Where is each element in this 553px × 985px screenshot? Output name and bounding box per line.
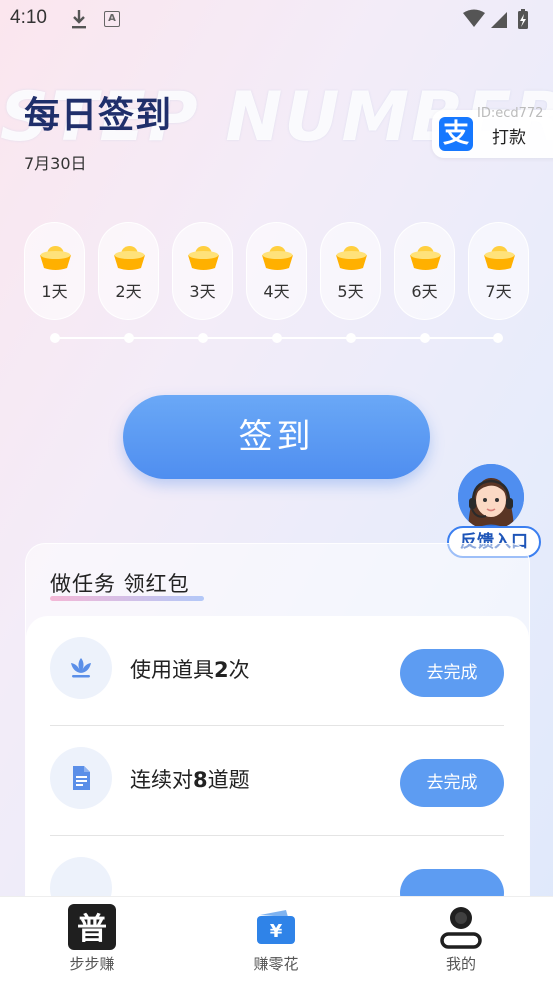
- tab-label: 步步赚: [69, 955, 115, 973]
- status-bar: 4:10 A: [0, 0, 553, 38]
- task-text: 使用道具2次: [130, 658, 250, 682]
- task-panel: 做任务 领红包 使用道具2次 去完成 连续对8道题 去完成: [25, 543, 530, 945]
- tab-label: 赚零花: [253, 955, 299, 973]
- day-label: 3天: [189, 282, 216, 301]
- agent-avatar-icon: [458, 464, 524, 530]
- progress-dot: [124, 333, 134, 343]
- lotus-icon: [50, 637, 112, 699]
- gold-ingot-icon: [410, 246, 441, 270]
- day-item-4: 4天: [246, 222, 307, 320]
- day-item-7: 7天: [468, 222, 529, 320]
- day-label: 1天: [41, 282, 68, 301]
- tab-mine[interactable]: 我的: [401, 897, 521, 985]
- progress-dot: [346, 333, 356, 343]
- download-icon: [72, 10, 86, 29]
- accessibility-icon: A: [104, 11, 120, 27]
- day-label: 5天: [337, 282, 364, 301]
- day-label: 4天: [263, 282, 290, 301]
- day-label: 6天: [411, 282, 438, 301]
- day-item-5: 5天: [320, 222, 381, 320]
- gold-ingot-icon: [40, 246, 71, 270]
- gold-ingot-icon: [484, 246, 515, 270]
- heading-underline: [50, 596, 204, 601]
- task-text: 连续对8道题: [130, 768, 250, 792]
- profile-icon: [440, 907, 482, 949]
- day-item-1: 1天: [24, 222, 85, 320]
- gold-ingot-icon: [114, 246, 145, 270]
- alipay-icon: 支: [439, 117, 473, 151]
- tab-pocket-money[interactable]: ¥ 赚零花: [216, 897, 336, 985]
- tab-icon-glyph: ¥: [270, 921, 283, 942]
- task-row: 连续对8道题 去完成: [26, 726, 529, 836]
- progress-dot: [420, 333, 430, 343]
- user-id-label: ID:ecd772: [477, 106, 544, 121]
- task-heading: 做任务 领红包: [50, 572, 190, 596]
- document-icon: [50, 747, 112, 809]
- complete-task-button[interactable]: 去完成: [400, 759, 504, 807]
- tab-icon-glyph: 普: [77, 912, 107, 947]
- progress-dot: [272, 333, 282, 343]
- gold-ingot-icon: [262, 246, 293, 270]
- bottom-tab-bar: 普 步步赚 ¥ 赚零花 我的: [0, 896, 553, 985]
- signal-battery-icons: [463, 9, 528, 29]
- day-item-2: 2天: [98, 222, 159, 320]
- status-time: 4:10: [10, 7, 47, 28]
- task-row: 使用道具2次 去完成: [26, 616, 529, 726]
- current-date: 7月30日: [24, 154, 87, 173]
- progress-dot: [198, 333, 208, 343]
- gold-ingot-icon: [188, 246, 219, 270]
- checkin-days: 1天 2天 3天 4天 5天 6天 7天: [24, 222, 530, 322]
- day-label: 2天: [115, 282, 142, 301]
- tab-step-earn[interactable]: 普 步步赚: [32, 897, 152, 985]
- sign-in-button[interactable]: 签到: [123, 395, 430, 479]
- progress-dot: [493, 333, 503, 343]
- pu-app-icon: 普: [68, 904, 116, 950]
- day-item-3: 3天: [172, 222, 233, 320]
- withdraw-label: 打款: [492, 128, 526, 148]
- tab-label: 我的: [445, 955, 476, 973]
- day-item-6: 6天: [394, 222, 455, 320]
- wallet-icon: ¥: [257, 910, 295, 944]
- day-label: 7天: [485, 282, 512, 301]
- withdraw-chip[interactable]: ID:ecd772 支 打款: [432, 106, 553, 158]
- gold-ingot-icon: [336, 246, 367, 270]
- complete-task-button[interactable]: 去完成: [400, 649, 504, 697]
- page-title: 每日签到: [24, 95, 173, 136]
- progress-dot: [50, 333, 60, 343]
- support-avatar: [458, 464, 524, 530]
